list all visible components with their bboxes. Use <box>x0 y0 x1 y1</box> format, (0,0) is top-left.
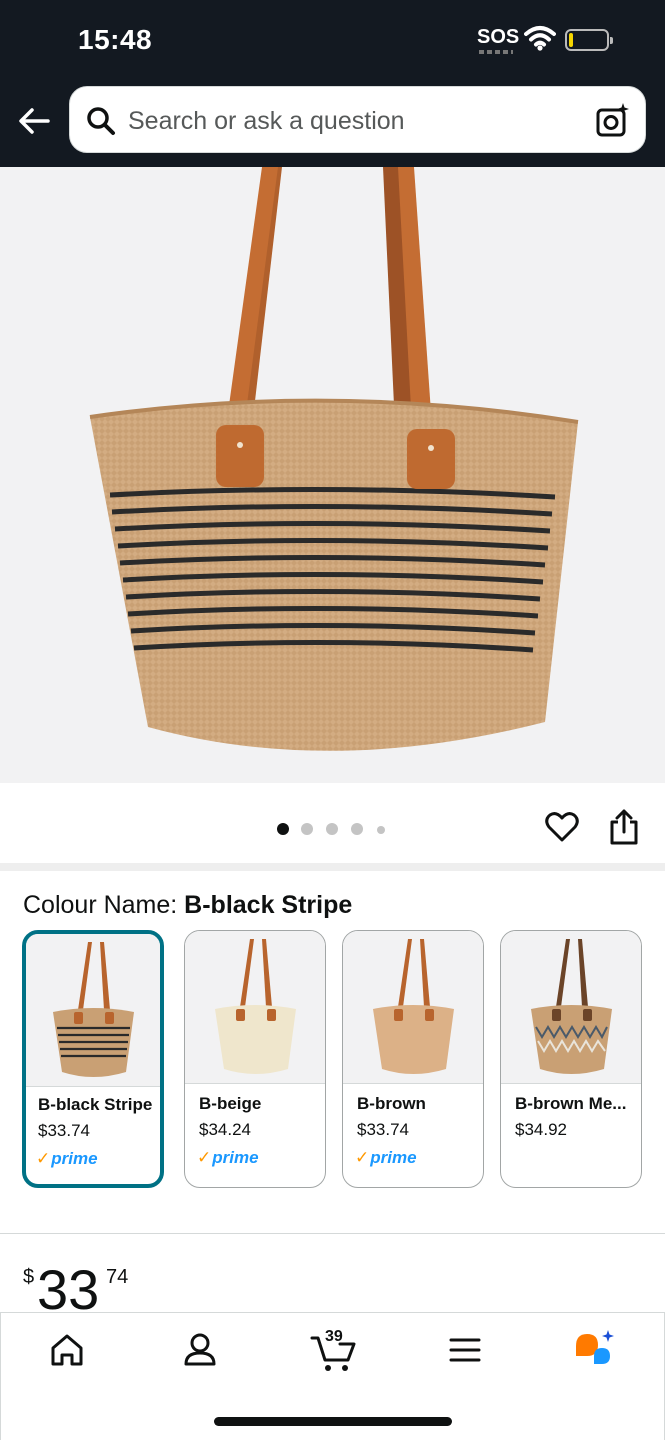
swatch-price: $33.74 <box>38 1121 90 1140</box>
status-time: 15:48 <box>78 24 153 55</box>
price-currency: $ <box>23 1266 35 1288</box>
cart-count: 39 <box>325 1328 343 1345</box>
check-icon: ✓ <box>197 1148 212 1167</box>
search-icon <box>87 107 115 135</box>
colour-name-label: Colour Name: B-black Stripe <box>23 891 352 920</box>
colour-selected-value: B-black Stripe <box>184 891 353 919</box>
gallery-dot[interactable] <box>326 823 338 835</box>
colour-option-brown[interactable]: B-brown $33.74 ✓prime <box>342 930 484 1188</box>
gallery-dot[interactable] <box>301 823 313 835</box>
account-icon[interactable] <box>176 1326 224 1374</box>
prime-badge: ✓prime <box>36 1149 98 1169</box>
search-input[interactable] <box>128 101 568 141</box>
gallery-dot[interactable] <box>351 823 363 835</box>
price-whole: 33 <box>37 1258 100 1321</box>
colour-option-black-stripe[interactable]: B-black Stripe $33.74 ✓prime <box>22 930 164 1188</box>
heart-icon[interactable] <box>545 810 579 844</box>
swatch-name: B-beige <box>199 1094 262 1113</box>
section-divider <box>0 863 665 871</box>
wifi-icon <box>524 26 556 51</box>
home-icon[interactable] <box>43 1326 91 1374</box>
prime-badge: ✓prime <box>197 1148 259 1168</box>
swatch-image <box>185 931 325 1084</box>
swatch-price: $34.24 <box>199 1120 251 1139</box>
camera-lens-icon[interactable] <box>595 102 631 138</box>
swatch-name: B-brown Me... <box>515 1094 627 1113</box>
gallery-dot[interactable] <box>377 826 385 834</box>
check-icon: ✓ <box>355 1148 370 1167</box>
colour-option-beige[interactable]: B-beige $34.24 ✓prime <box>184 930 326 1188</box>
swatch-image <box>501 931 641 1084</box>
search-bar[interactable] <box>69 86 646 153</box>
price-fraction: 74 <box>106 1266 129 1288</box>
swatch-image <box>343 931 483 1084</box>
battery-icon <box>565 29 613 51</box>
signal-dots <box>479 50 513 54</box>
rufus-assistant-icon[interactable] <box>572 1326 620 1374</box>
gallery-dot[interactable] <box>277 823 289 835</box>
prime-label: prime <box>212 1148 259 1167</box>
sos-indicator: SOS <box>477 26 520 48</box>
swatch-name: B-brown <box>357 1094 426 1113</box>
menu-icon[interactable] <box>441 1326 489 1374</box>
back-arrow-icon[interactable] <box>18 104 52 138</box>
share-icon[interactable] <box>608 808 640 846</box>
section-divider <box>0 1233 665 1234</box>
prime-label: prime <box>370 1148 417 1167</box>
swatch-image <box>26 934 160 1087</box>
colour-option-brown-mesh[interactable]: B-brown Me... $34.92 <box>500 930 642 1188</box>
prime-badge: ✓prime <box>355 1148 417 1168</box>
check-icon: ✓ <box>36 1149 51 1168</box>
header: 15:48 SOS <box>0 0 665 167</box>
home-indicator <box>214 1417 452 1426</box>
prime-label: prime <box>51 1149 98 1168</box>
swatch-price: $34.92 <box>515 1120 567 1139</box>
swatch-price: $33.74 <box>357 1120 409 1139</box>
product-image[interactable] <box>0 167 665 783</box>
swatch-name: B-black Stripe <box>38 1095 153 1114</box>
colour-label-text: Colour Name: <box>23 891 185 919</box>
tote-bag-image <box>89 167 579 751</box>
